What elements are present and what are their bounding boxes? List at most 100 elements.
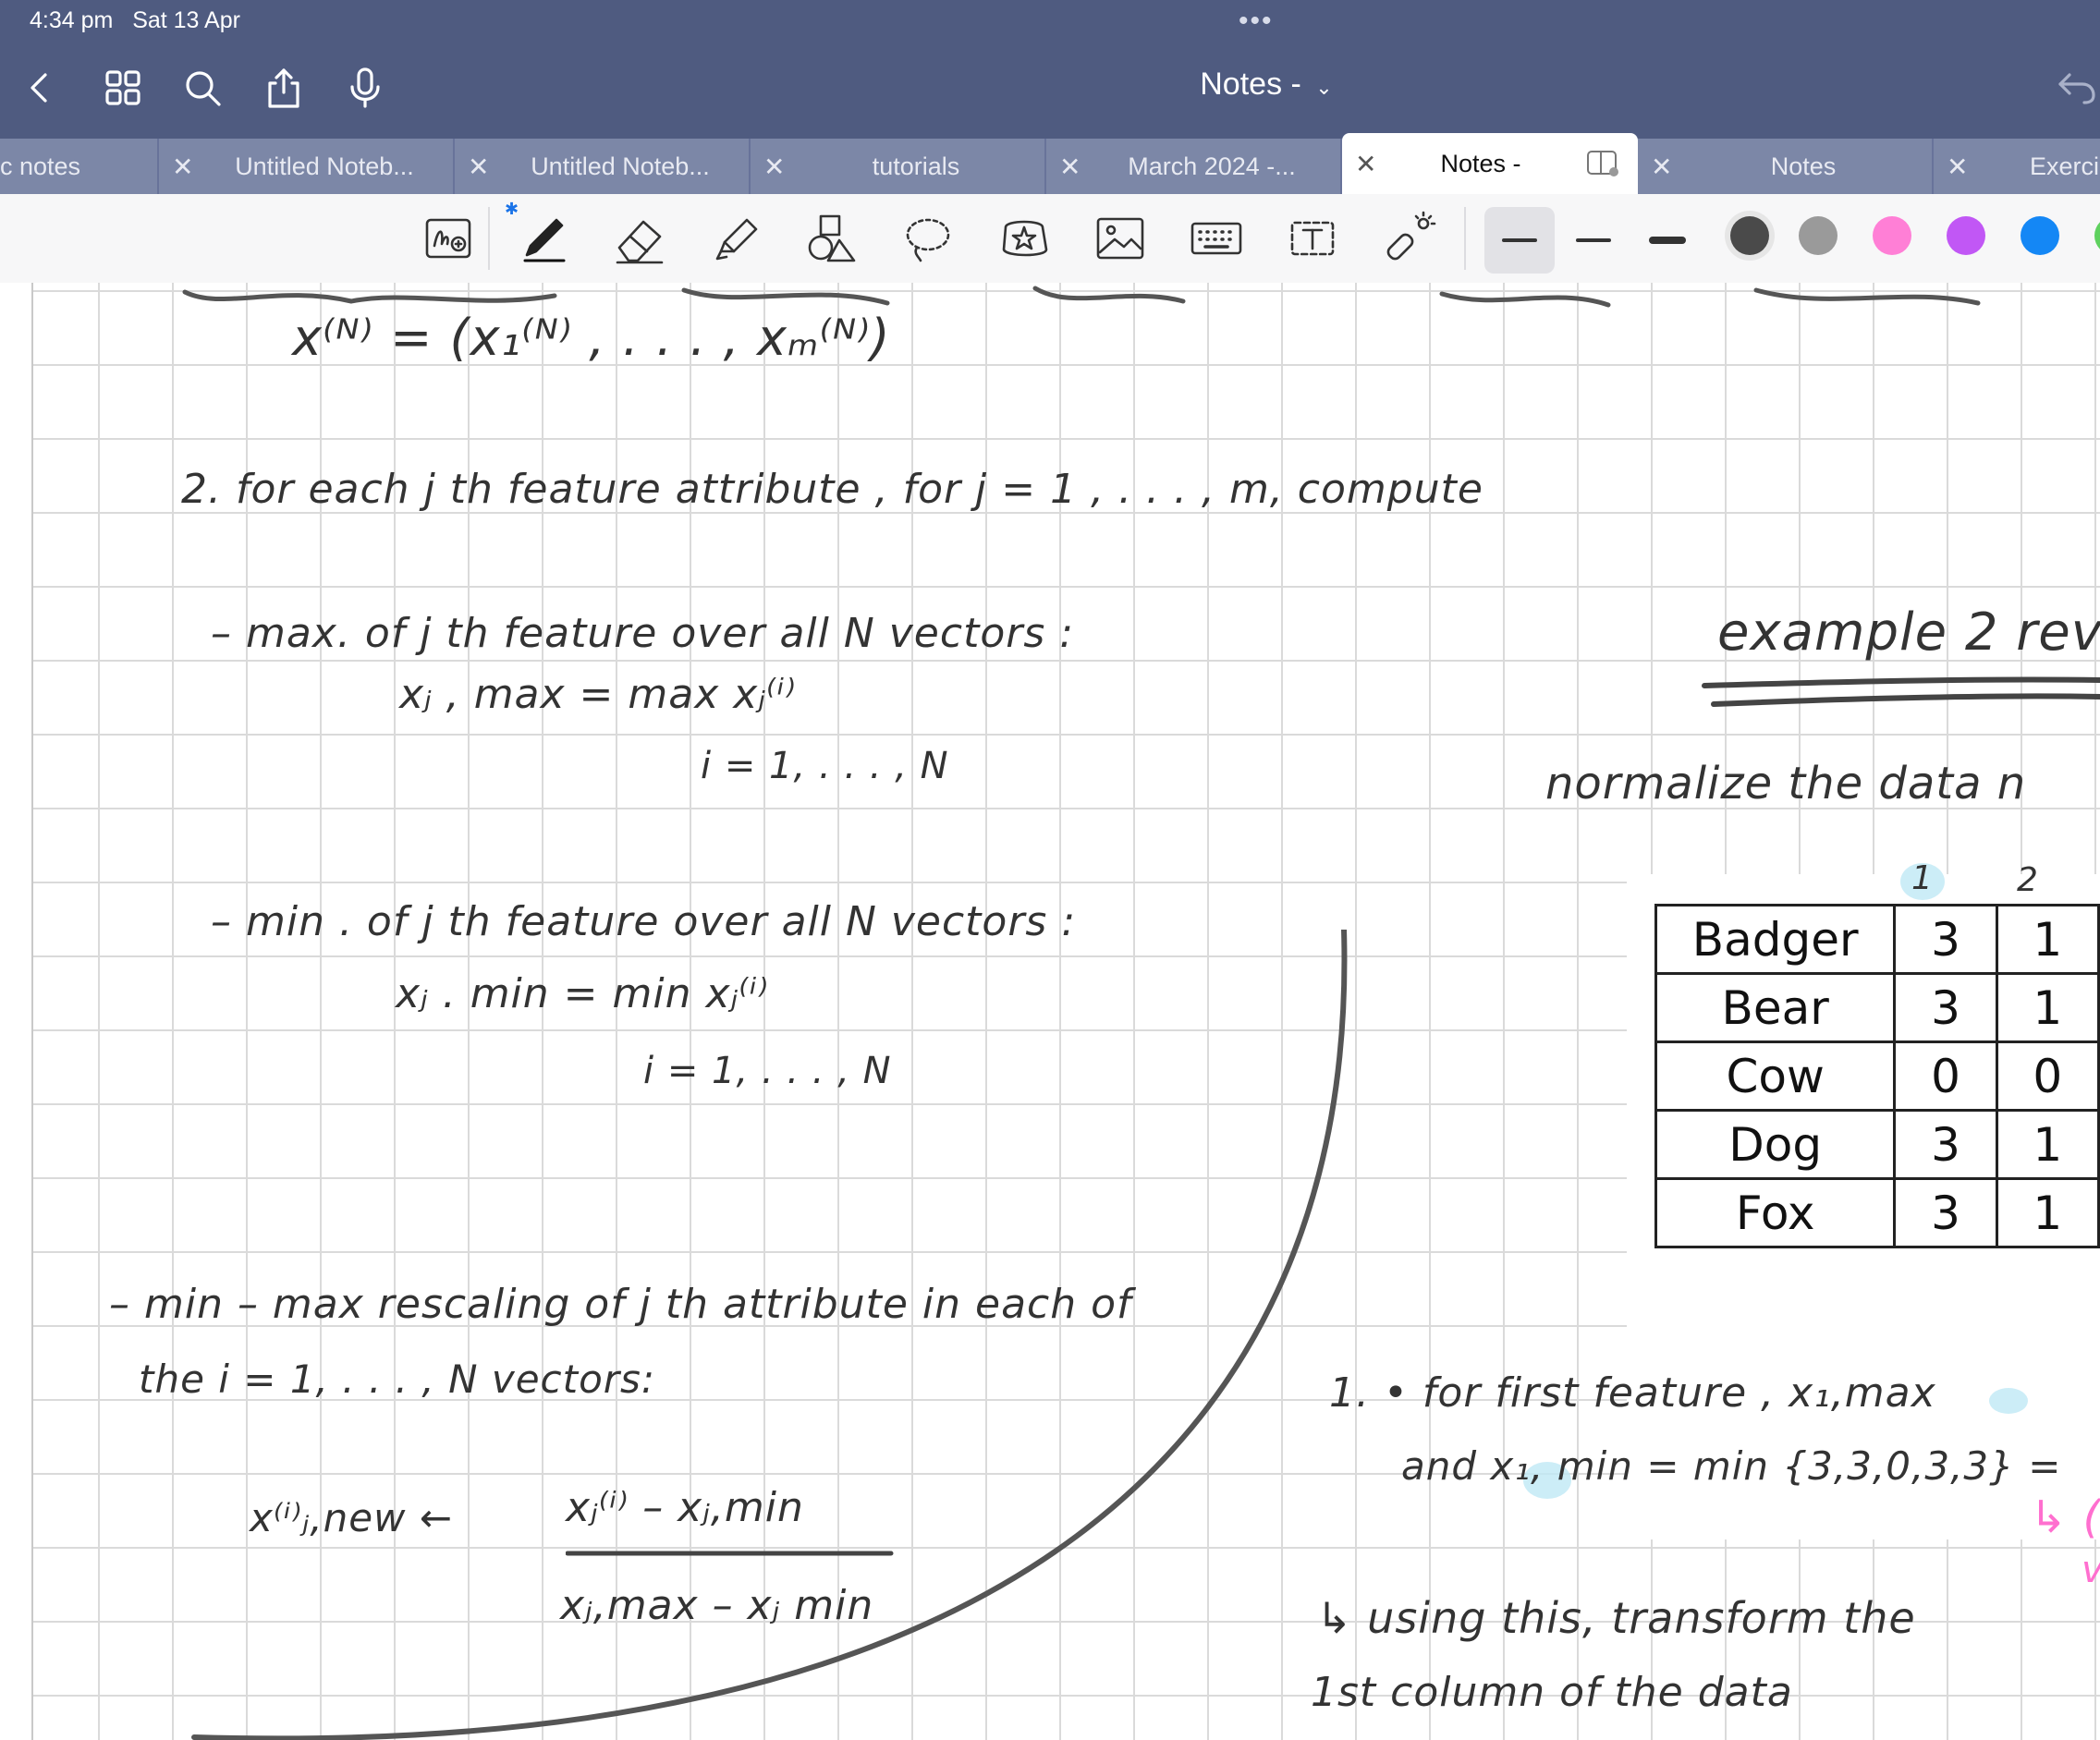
close-icon[interactable]: ✕: [1059, 152, 1081, 182]
tab-notes-active[interactable]: ✕ Notes -: [1342, 133, 1638, 194]
status-bar: 4:34 pm Sat 13 Apr: [30, 7, 240, 34]
tab-label: tutorials: [872, 152, 960, 180]
microphone-icon: [350, 67, 380, 108]
table-cell: 3: [1893, 1109, 1998, 1180]
table-cell: Dog: [1654, 1109, 1897, 1180]
stroke-width-thick[interactable]: [1632, 207, 1703, 274]
normalize-line: normalize the data n: [1545, 758, 2027, 809]
share-icon: [268, 68, 299, 108]
close-icon[interactable]: ✕: [1947, 152, 1968, 182]
table-cell: Fox: [1654, 1177, 1897, 1248]
example-heading: example 2 revis: [1717, 602, 2100, 663]
text-box-tool[interactable]: [1283, 209, 1342, 268]
close-icon[interactable]: ✕: [763, 152, 785, 182]
note-line-3: – max. of j th feature over all N vector…: [211, 610, 1075, 657]
tab-exercises[interactable]: ✕ Exerci: [1934, 139, 2100, 194]
share-button[interactable]: [261, 65, 307, 111]
table-cell: 3: [1893, 904, 1998, 975]
close-icon[interactable]: ✕: [172, 152, 193, 182]
sticker-tool[interactable]: [995, 209, 1054, 268]
chevron-left-icon: [31, 73, 47, 103]
pink-note-2: v: [2082, 1549, 2100, 1591]
highlight-mark: [1989, 1388, 2028, 1414]
eraser-icon: [616, 220, 664, 264]
stroke-thick-icon: [1649, 237, 1686, 244]
color-swatch-pink[interactable]: [1873, 216, 1911, 255]
tab-bar: c notes ✕ Untitled Noteb... ✕ Untitled N…: [0, 133, 2100, 194]
tab-tutorials[interactable]: ✕ tutorials: [751, 139, 1046, 194]
chevron-down-icon: ⌄: [1315, 76, 1333, 99]
tab-label: March 2024 -...: [1128, 152, 1296, 180]
lasso-tool[interactable]: [898, 209, 958, 268]
zoom-window-icon: [425, 218, 471, 259]
stroke-medium-icon: [1576, 238, 1611, 242]
color-swatch-purple[interactable]: [1947, 216, 1985, 255]
note-canvas[interactable]: x⁽ᴺ⁾ = (x₁⁽ᴺ⁾ , . . . , xₘ⁽ᴺ⁾) 2. for ea…: [0, 283, 2100, 1740]
color-swatch-green[interactable]: [2094, 216, 2100, 255]
table-cell: 1: [1995, 972, 2100, 1043]
note-line-4: xⱼ , max = max xⱼ⁽ⁱ⁾: [399, 671, 797, 718]
eraser-tool[interactable]: [610, 209, 669, 268]
table-cell: 0: [1995, 1040, 2100, 1112]
color-swatch-blue[interactable]: [2021, 216, 2059, 255]
tab-label: Exerci: [2030, 152, 2100, 180]
shapes-icon: [808, 214, 856, 262]
column-header-2: 2: [2017, 861, 2038, 899]
shapes-tool[interactable]: [802, 209, 861, 268]
column-header-1: 1: [1911, 859, 1933, 897]
right-step-2b: 1st column of the data: [1311, 1669, 1793, 1716]
lasso-icon: [906, 218, 950, 262]
heading-underline: [1702, 676, 2100, 707]
pen-icon: [523, 218, 566, 262]
right-step-1-min: and x₁, min = min {3,3,0,3,3} =: [1401, 1443, 2062, 1489]
table-cell: 1: [1995, 904, 2100, 975]
split-view-icon[interactable]: [1586, 150, 1619, 177]
tab-label: Notes -: [1440, 149, 1521, 177]
close-icon[interactable]: ✕: [1355, 149, 1376, 179]
undo-button[interactable]: [2054, 65, 2100, 111]
table-row: Cow 0 0: [1654, 1040, 2100, 1112]
close-icon[interactable]: ✕: [1651, 152, 1672, 182]
close-icon[interactable]: ✕: [468, 152, 489, 182]
note-line-1: x⁽ᴺ⁾ = (x₁⁽ᴺ⁾ , . . . , xₘ⁽ᴺ⁾): [292, 309, 891, 367]
table-cell: 0: [1893, 1040, 1998, 1112]
tab-untitled-notebook-2[interactable]: ✕ Untitled Noteb...: [455, 139, 751, 194]
pen-tool[interactable]: ✱: [505, 200, 573, 268]
search-button[interactable]: [179, 65, 226, 111]
undo-icon: [2058, 73, 2095, 104]
stroke-width-fine[interactable]: [1484, 207, 1555, 274]
tab-label: Untitled Noteb...: [531, 152, 710, 180]
tab-notes[interactable]: ✕ Notes: [1638, 139, 1934, 194]
stroke-fine-icon: [1502, 238, 1537, 242]
tab-march-2024[interactable]: ✕ March 2024 -...: [1046, 139, 1342, 194]
keyboard-tool[interactable]: [1187, 209, 1246, 268]
table-cell: 3: [1893, 1177, 1998, 1248]
pink-note: ↳ (: [2030, 1491, 2100, 1543]
color-swatch-gray[interactable]: [1799, 216, 1838, 255]
zoom-window-button[interactable]: [420, 209, 479, 268]
stroke-width-medium[interactable]: [1558, 207, 1629, 274]
note-line-5: i = 1, . . . , N: [701, 745, 949, 787]
color-swatch-dark-gray[interactable]: [1730, 216, 1769, 255]
status-time: 4:34 pm: [30, 7, 114, 33]
text-box-icon: [1290, 221, 1335, 256]
notebook-title-menu[interactable]: Notes - ⌄: [1109, 67, 1423, 103]
right-step-1: 1. • for first feature , x₁,max: [1329, 1369, 1936, 1417]
image-tool[interactable]: [1091, 209, 1150, 268]
library-grid-button[interactable]: [100, 65, 146, 111]
image-icon: [1096, 217, 1144, 260]
drawing-toolbar: ✱: [0, 194, 2100, 285]
back-button[interactable]: [17, 65, 63, 111]
notebook-title: Notes -: [1200, 67, 1311, 102]
multitasking-dots-icon[interactable]: •••: [1239, 6, 1274, 37]
tab-untitled-notebook-1[interactable]: ✕ Untitled Noteb...: [159, 139, 455, 194]
animal-feature-table: Badger 3 1 Bear 3 1 Cow 0 0 Dog 3 1 Fox 3 1: [1654, 904, 2100, 1248]
laser-pointer-tool[interactable]: [1379, 209, 1438, 268]
dictation-button[interactable]: [342, 65, 388, 111]
highlighter-tool[interactable]: [706, 209, 765, 268]
note-line-2: 2. for each j th feature attribute , for…: [181, 466, 1483, 513]
table-cell: 1: [1995, 1109, 2100, 1180]
table-cell: Cow: [1654, 1040, 1897, 1112]
tab-c-notes[interactable]: c notes: [0, 139, 159, 194]
divider-curve: [191, 930, 1348, 1740]
